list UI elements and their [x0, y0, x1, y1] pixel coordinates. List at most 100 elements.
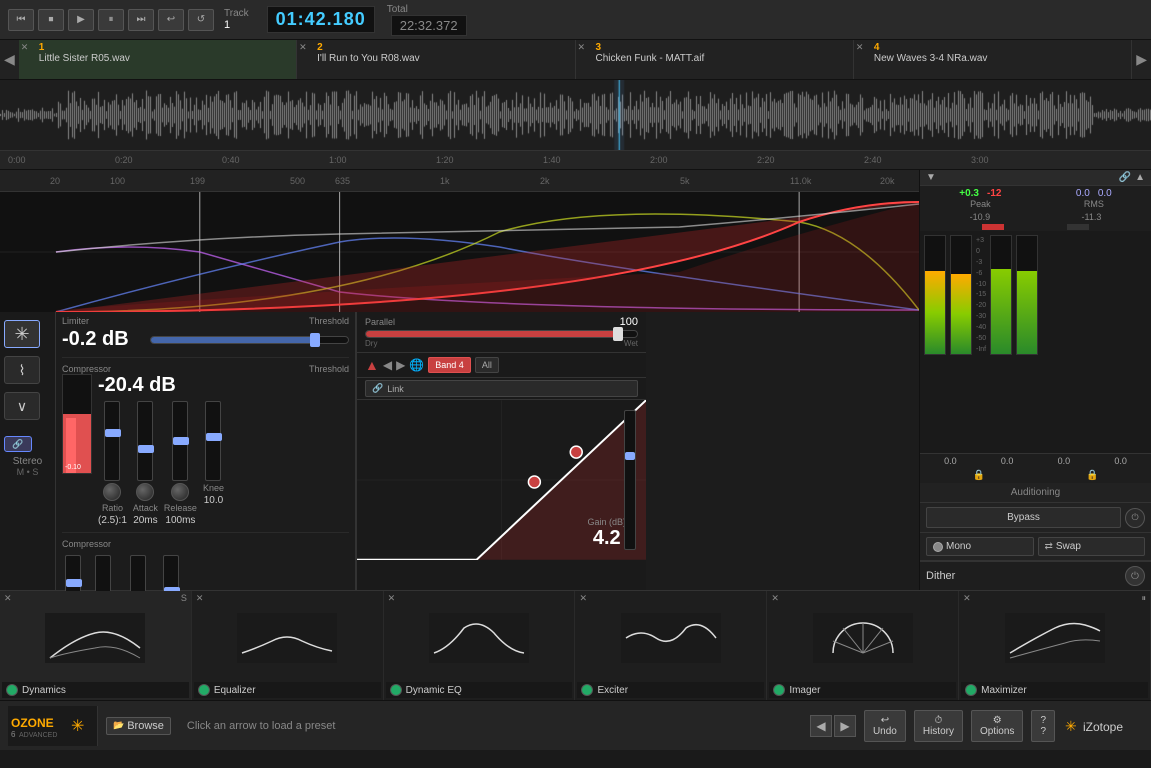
history-button[interactable]: ⏱ History: [914, 710, 963, 742]
comp1-knee-value: 10.0: [204, 495, 223, 506]
module-maximizer-power[interactable]: [965, 684, 977, 696]
band-triangle-icon[interactable]: ▲: [365, 357, 379, 373]
waveform-canvas[interactable]: [0, 80, 1151, 150]
module-exciter-power[interactable]: [581, 684, 593, 696]
help-button[interactable]: ? ?: [1031, 710, 1055, 742]
ms-label: M • S: [4, 467, 51, 477]
gain-slider[interactable]: [624, 410, 636, 550]
slope-icon[interactable]: ∨: [4, 392, 40, 420]
browse-button[interactable]: 📂 Browse: [106, 717, 171, 735]
meter-link-icon[interactable]: 🔗: [1119, 172, 1131, 183]
module-maximizer-s[interactable]: ⏸: [1141, 593, 1146, 604]
module-dynamics-s[interactable]: S: [181, 593, 187, 603]
track-1-close[interactable]: ✕: [21, 42, 29, 53]
main-meters: +3 0 -3 -6 -10 -15 -20 -30 -40 -50 -Inf: [920, 231, 1151, 453]
track-slot-3[interactable]: ✕ 3 Chicken Funk - MATT.aif: [576, 40, 854, 79]
module-imager-close[interactable]: ✕: [771, 593, 779, 604]
band-globe-icon[interactable]: 🌐: [409, 358, 424, 372]
nav-right-arrow[interactable]: ▶: [1132, 40, 1151, 79]
compressor-graph[interactable]: Parallel 100 Dry Wet ▲ ◀: [356, 312, 646, 590]
comp1-release-slider[interactable]: Release 100ms: [164, 401, 197, 526]
track-4-num: 4: [874, 42, 1125, 53]
band-prev-btn[interactable]: ◀: [383, 358, 392, 372]
options-button[interactable]: ⚙ Options: [971, 710, 1023, 742]
track-2-close[interactable]: ✕: [299, 42, 307, 53]
track-slot-4[interactable]: ✕ 4 New Waves 3-4 NRa.wav: [854, 40, 1132, 79]
lock-right-icon[interactable]: 🔒: [1086, 470, 1098, 481]
bypass-power-icon[interactable]: ⏻: [1125, 508, 1145, 528]
next-button[interactable]: ⏭: [128, 9, 154, 31]
preset-next-button[interactable]: ▶: [834, 715, 856, 737]
dither-power-button[interactable]: ⏻: [1125, 566, 1145, 586]
rewind-button[interactable]: ⏮: [8, 9, 34, 31]
comp1-ratio-knob[interactable]: [103, 483, 121, 501]
comp1-ratio-slider[interactable]: Ratio (2.5):1: [98, 401, 127, 526]
options-label: Options: [980, 726, 1014, 737]
comp1-attack-knob[interactable]: [136, 483, 154, 501]
meter-up-icon[interactable]: ▲: [1135, 172, 1145, 183]
link-button[interactable]: 🔗 Link: [365, 380, 638, 397]
track-4-close[interactable]: ✕: [856, 42, 864, 53]
undo-button[interactable]: ↩ Undo: [864, 710, 906, 742]
pause-button[interactable]: ⏸: [98, 9, 124, 31]
track-slot-2[interactable]: ✕ 2 I'll Run to You R08.wav: [297, 40, 575, 79]
bot-val-2: 0.0: [1001, 456, 1014, 466]
module-dynamics[interactable]: ✕ S Dynamics: [0, 591, 192, 700]
module-dynamics-footer: Dynamics: [2, 682, 189, 698]
transfer-graph[interactable]: Gain (dB) 4.2: [357, 400, 646, 560]
mono-button[interactable]: Mono: [926, 537, 1034, 556]
crossover-icon[interactable]: ✳: [4, 320, 40, 348]
nav-left-arrow[interactable]: ◀: [0, 40, 19, 79]
module-maximizer[interactable]: ✕ ⏸ Maximizer: [959, 591, 1151, 700]
parallel-section: Parallel 100 Dry Wet: [357, 312, 646, 353]
module-maximizer-close[interactable]: ✕: [963, 593, 971, 604]
comp1-attack-slider[interactable]: Attack 20ms: [133, 401, 158, 526]
eq-display[interactable]: [0, 192, 919, 312]
return-button[interactable]: ↺: [188, 9, 214, 31]
ruler-140: 1:40: [543, 155, 561, 165]
module-dynamic-eq-power[interactable]: [390, 684, 402, 696]
bypass-button[interactable]: Bypass: [926, 507, 1121, 528]
track-1-name: Little Sister R05.wav: [39, 53, 290, 64]
module-dynamics-close[interactable]: ✕: [4, 593, 12, 604]
waveform-area: 0:00 0:20 0:40 1:00 1:20 1:40 2:00 2:20 …: [0, 80, 1151, 170]
module-equalizer[interactable]: ✕ Equalizer: [192, 591, 384, 700]
comp1-release-knob[interactable]: [171, 483, 189, 501]
all-btn[interactable]: All: [475, 357, 499, 373]
stereo-link-icon[interactable]: 🔗: [4, 436, 32, 452]
module-imager[interactable]: ✕ Imager: [767, 591, 959, 700]
swap-button[interactable]: ⇄ Swap: [1038, 537, 1146, 556]
module-equalizer-close[interactable]: ✕: [196, 593, 204, 604]
play-button[interactable]: ▶: [68, 9, 94, 31]
preset-text: Click an arrow to load a preset: [179, 720, 802, 732]
module-dynamic-eq-close[interactable]: ✕: [388, 593, 396, 604]
module-dynamic-eq[interactable]: ✕ Dynamic EQ: [384, 591, 576, 700]
module-exciter-close[interactable]: ✕: [579, 593, 587, 604]
limiter-threshold-slider[interactable]: [150, 336, 349, 344]
peak-indicator-right: [1067, 224, 1089, 230]
module-exciter[interactable]: ✕ Exciter: [575, 591, 767, 700]
scale-inf: -Inf: [976, 346, 986, 353]
auditioning-label: Auditioning: [920, 483, 1151, 503]
band4-btn[interactable]: Band 4: [428, 357, 471, 373]
scale-minus15: -15: [976, 291, 986, 298]
izotope-logo: iZotope ✳: [1063, 711, 1143, 741]
meter-left-bar: [924, 235, 946, 355]
module-imager-power[interactable]: [773, 684, 785, 696]
comp1-label: Compressor: [62, 364, 111, 374]
ruler-300: 3:00: [971, 155, 989, 165]
loop-button[interactable]: ↩: [158, 9, 184, 31]
filter-icon[interactable]: ⌇: [4, 356, 40, 384]
track-slot-1[interactable]: ✕ 1 Little Sister R05.wav: [19, 40, 297, 79]
module-equalizer-power[interactable]: [198, 684, 210, 696]
track-3-close[interactable]: ✕: [578, 42, 586, 53]
stop-button[interactable]: ⏹: [38, 9, 64, 31]
total-time: 22:32.372: [391, 15, 467, 36]
preset-prev-button[interactable]: ◀: [810, 715, 832, 737]
parallel-slider[interactable]: [365, 330, 638, 338]
lock-left-icon[interactable]: 🔒: [973, 470, 985, 481]
module-dynamics-power[interactable]: [6, 684, 18, 696]
comp1-knee-slider[interactable]: Knee 10.0: [203, 401, 224, 526]
band-next-btn[interactable]: ▶: [396, 358, 405, 372]
meter-dropdown-icon[interactable]: ▼: [926, 172, 936, 183]
